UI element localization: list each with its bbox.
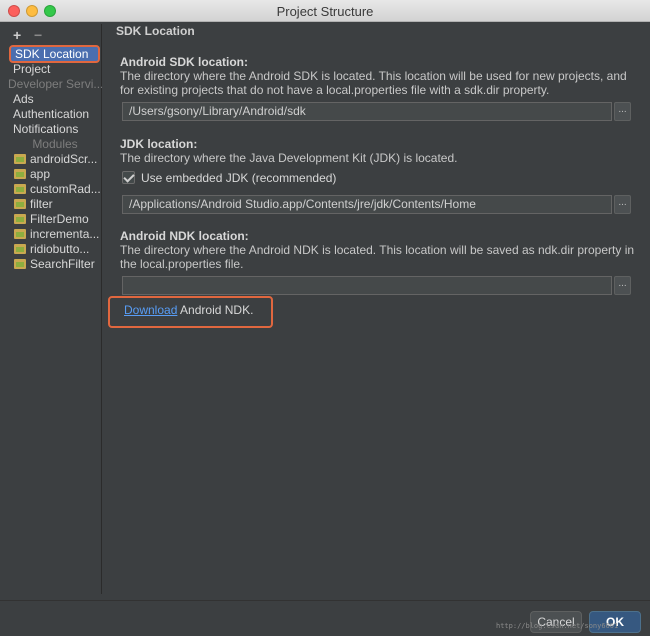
download-ndk-line: Download Android NDK. bbox=[124, 303, 253, 317]
sidebar-item-project[interactable]: Project bbox=[10, 62, 98, 77]
module-item[interactable]: incrementa... bbox=[14, 227, 99, 242]
android-sdk-browse-button[interactable]: ... bbox=[614, 102, 631, 121]
download-ndk-text: Android NDK. bbox=[177, 303, 254, 317]
module-item[interactable]: ridiobutto... bbox=[14, 242, 89, 257]
sidebar-item-notifications[interactable]: Notifications bbox=[10, 122, 98, 137]
module-label: app bbox=[30, 167, 51, 181]
android-sdk-path-input[interactable]: /Users/gsony/Library/Android/sdk bbox=[122, 102, 612, 121]
module-item[interactable]: customRad... bbox=[14, 182, 101, 197]
remove-module-button[interactable]: − bbox=[34, 27, 42, 43]
module-item[interactable]: androidScr... bbox=[14, 152, 97, 167]
module-folder-icon bbox=[14, 259, 26, 269]
module-label: customRad... bbox=[30, 182, 101, 196]
jdk-path-input[interactable]: /Applications/Android Studio.app/Content… bbox=[122, 195, 612, 214]
module-folder-icon bbox=[14, 214, 26, 224]
android-ndk-path-input[interactable] bbox=[122, 276, 612, 295]
embedded-jdk-label: Use embedded JDK (recommended) bbox=[141, 171, 337, 185]
module-item[interactable]: app bbox=[14, 167, 50, 182]
module-label: FilterDemo bbox=[30, 212, 89, 226]
module-label: SearchFilter bbox=[30, 257, 95, 271]
android-ndk-browse-button[interactable]: ... bbox=[614, 276, 631, 295]
module-folder-icon bbox=[14, 169, 26, 179]
download-ndk-link[interactable]: Download bbox=[124, 303, 177, 317]
module-label: filter bbox=[30, 197, 53, 211]
sidebar-section-modules: Modules bbox=[32, 137, 78, 151]
sidebar-item-ads[interactable]: Ads bbox=[10, 92, 98, 107]
title-bar: Project Structure bbox=[0, 0, 650, 22]
sdk-location-panel: SDK Location Android SDK location: The d… bbox=[104, 24, 644, 594]
module-folder-icon bbox=[14, 244, 26, 254]
sidebar: + − SDK Location Project Developer Servi… bbox=[6, 24, 102, 594]
embedded-jdk-checkbox[interactable] bbox=[122, 171, 135, 184]
android-ndk-description: The directory where the Android NDK is l… bbox=[120, 243, 635, 271]
module-folder-icon bbox=[14, 154, 26, 164]
module-item[interactable]: SearchFilter bbox=[14, 257, 95, 272]
jdk-browse-button[interactable]: ... bbox=[614, 195, 631, 214]
module-label: ridiobutto... bbox=[30, 242, 90, 256]
dialog-footer: Cancel OK bbox=[0, 600, 650, 636]
module-item[interactable]: FilterDemo bbox=[14, 212, 89, 227]
module-item[interactable]: filter bbox=[14, 197, 53, 212]
watermark: http://blog.csdn.net/sony6001 bbox=[496, 622, 619, 630]
android-ndk-heading: Android NDK location: bbox=[120, 229, 249, 243]
embedded-jdk-checkbox-row[interactable]: Use embedded JDK (recommended) bbox=[122, 171, 336, 187]
sidebar-item-sdk-location[interactable]: SDK Location bbox=[9, 45, 100, 63]
module-label: incrementa... bbox=[30, 227, 100, 241]
android-sdk-heading: Android SDK location: bbox=[120, 55, 248, 69]
module-folder-icon bbox=[14, 184, 26, 194]
sidebar-item-authentication[interactable]: Authentication bbox=[10, 107, 98, 122]
add-module-button[interactable]: + bbox=[13, 27, 21, 43]
module-folder-icon bbox=[14, 199, 26, 209]
page-title: SDK Location bbox=[116, 24, 195, 38]
module-folder-icon bbox=[14, 229, 26, 239]
jdk-heading: JDK location: bbox=[120, 137, 198, 151]
window-title: Project Structure bbox=[276, 4, 374, 19]
sidebar-section-developer-services: Developer Servi... bbox=[8, 77, 102, 91]
android-sdk-description: The directory where the Android SDK is l… bbox=[120, 69, 627, 97]
jdk-description: The directory where the Java Development… bbox=[120, 151, 458, 165]
module-label: androidScr... bbox=[30, 152, 98, 166]
